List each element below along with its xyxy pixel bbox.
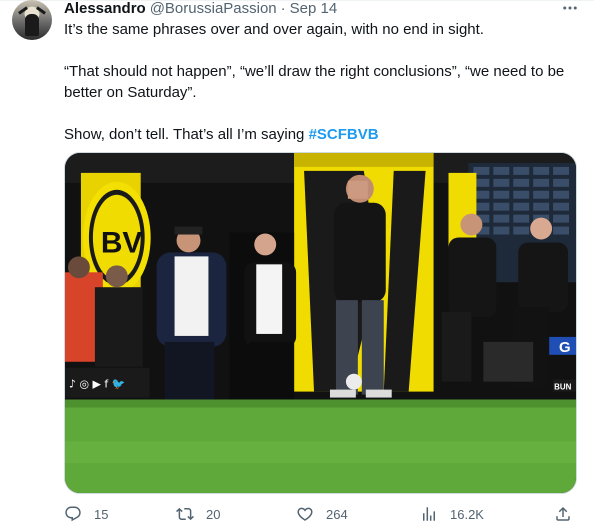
ad-corner-text: G [559, 339, 571, 356]
view-count: 16.2K [450, 506, 484, 522]
retweet-count: 20 [206, 506, 221, 522]
reply-count: 15 [94, 506, 109, 522]
reply-icon [65, 506, 81, 522]
tweet-line-1: It’s the same phrases over and over agai… [64, 21, 484, 38]
avatar[interactable] [12, 0, 52, 40]
separator-dot: · [280, 0, 286, 17]
social-strip-text: ♪ ◎ ▶ f 🐦 [69, 378, 125, 391]
retweet-icon [176, 507, 194, 521]
author-handle[interactable]: @BorussiaPassion [150, 0, 277, 18]
tweet[interactable]: Alessandro @BorussiaPassion · Sep 14 It’… [0, 0, 594, 523]
author-name[interactable]: Alessandro [64, 0, 146, 18]
tweet-photo[interactable]: BV G BUN ♪ ◎ ▶ f 🐦 [64, 152, 577, 494]
like-button[interactable]: 264 [296, 505, 348, 523]
tweet-line-3: Show, don’t tell. That’s all I’m saying … [64, 124, 574, 145]
share-button[interactable] [554, 505, 572, 523]
tweet-header: Alessandro @BorussiaPassion · Sep 14 [64, 0, 337, 18]
tweet-date[interactable]: Sep 14 [290, 0, 338, 18]
more-icon [563, 6, 577, 10]
tweet-actions: 15 20 264 16.2K [64, 505, 577, 523]
tweet-line-3-text: Show, don’t tell. That’s all I’m saying [64, 126, 309, 143]
tweet-line-2: “That should not happen”, “we’ll draw th… [64, 63, 565, 101]
share-icon [556, 506, 570, 521]
views-icon [423, 507, 435, 521]
ad-bottom-text: BUN [554, 383, 572, 392]
like-count: 264 [326, 506, 348, 522]
tweet-text: It’s the same phrases over and over agai… [64, 19, 574, 145]
more-button[interactable] [558, 0, 582, 16]
hashtag-link[interactable]: #SCFBVB [309, 126, 379, 143]
heart-icon [297, 507, 313, 521]
views-button[interactable]: 16.2K [420, 505, 484, 523]
stadium-photo: BV G BUN ♪ ◎ ▶ f 🐦 [65, 153, 576, 493]
retweet-button[interactable]: 20 [176, 505, 220, 523]
stadium-sign-text: BV [101, 226, 143, 259]
reply-button[interactable]: 15 [64, 505, 108, 523]
